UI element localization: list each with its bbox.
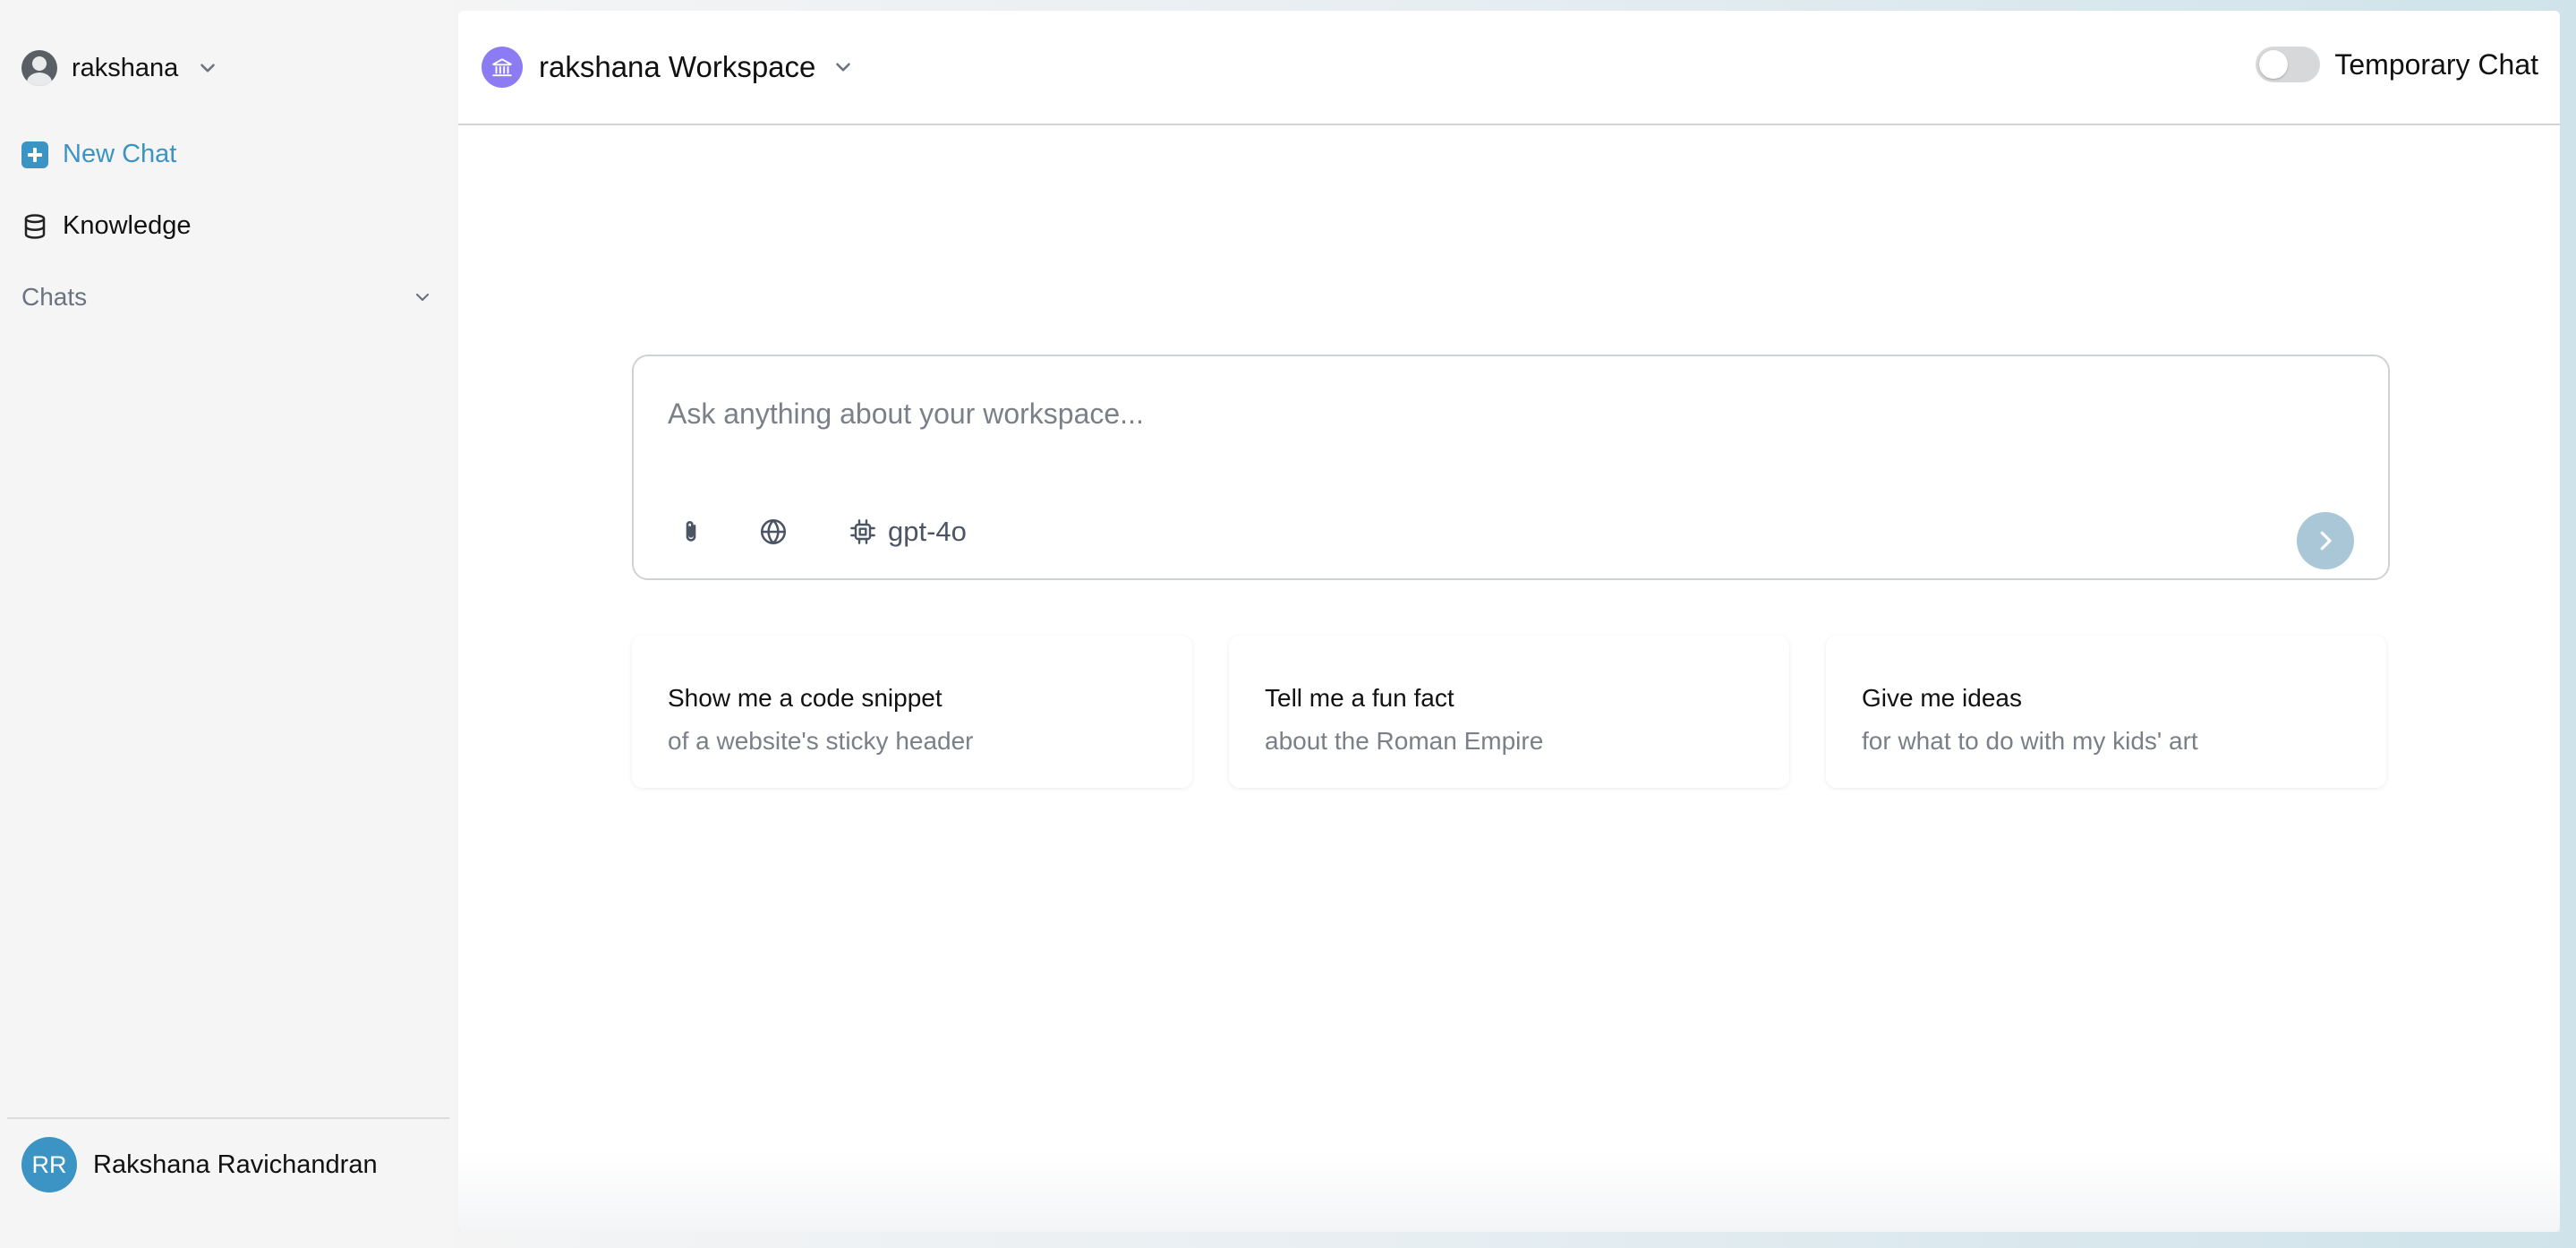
knowledge-nav-item[interactable]: Knowledge	[21, 211, 192, 241]
temporary-chat-control: Temporary Chat	[2256, 47, 2538, 82]
toggle-knob	[2259, 50, 2289, 79]
web-search-button[interactable]	[754, 507, 793, 557]
bottom-fade	[458, 1151, 2560, 1232]
suggestion-card[interactable]: Show me a code snippet of a website's st…	[632, 636, 1192, 788]
model-selector[interactable]: gpt-4o	[849, 507, 967, 557]
workspace-title: rakshana Workspace	[539, 50, 816, 83]
avatar: RR	[21, 1137, 77, 1192]
workspace-switcher[interactable]: rakshana Workspace	[482, 47, 855, 88]
main-panel: rakshana Workspace Temporary Chat gpt-4o…	[458, 11, 2560, 1232]
knowledge-label: Knowledge	[63, 211, 192, 240]
chevron-down-icon	[415, 293, 430, 302]
chip-icon	[850, 519, 875, 544]
profile-name: Rakshana Ravichandran	[93, 1150, 378, 1179]
sidebar-divider	[7, 1117, 449, 1119]
new-chat-button[interactable]: New Chat	[21, 140, 176, 169]
user-name: rakshana	[72, 53, 179, 82]
database-icon	[24, 213, 46, 239]
suggestion-subtitle: of a website's sticky header	[668, 727, 974, 755]
paperclip-icon	[686, 521, 696, 542]
temporary-chat-toggle[interactable]	[2256, 47, 2321, 82]
globe-icon	[760, 518, 787, 545]
suggestion-subtitle: about the Roman Empire	[1265, 727, 1544, 755]
send-button[interactable]	[2297, 512, 2354, 569]
plus-icon	[21, 141, 48, 168]
suggestion-title: Tell me a fun fact	[1265, 684, 1454, 712]
chats-section-toggle[interactable]: Chats	[21, 283, 433, 312]
suggestion-card[interactable]: Give me ideas for what to do with my kid…	[1826, 636, 2386, 788]
bank-icon	[482, 47, 523, 88]
model-name: gpt-4o	[888, 516, 967, 547]
chevron-right-icon	[2320, 531, 2332, 551]
chevron-down-icon	[836, 63, 851, 72]
chevron-down-icon	[200, 64, 216, 73]
temporary-chat-label: Temporary Chat	[2334, 47, 2538, 81]
user-avatar-icon	[21, 50, 57, 86]
chat-composer: gpt-4o	[632, 355, 2390, 580]
top-bar: rakshana Workspace Temporary Chat	[458, 11, 2560, 125]
suggestion-card[interactable]: Tell me a fun fact about the Roman Empir…	[1229, 636, 1789, 788]
suggestion-subtitle: for what to do with my kids' art	[1862, 727, 2198, 755]
sidebar: rakshana New Chat Knowledge Chats RR Rak…	[0, 0, 456, 1248]
attach-button[interactable]	[673, 507, 709, 557]
suggestion-title: Show me a code snippet	[668, 684, 943, 712]
new-chat-label: New Chat	[63, 140, 177, 168]
user-switcher[interactable]: rakshana	[21, 47, 219, 90]
suggestion-title: Give me ideas	[1862, 684, 2022, 712]
chats-section-label: Chats	[21, 283, 88, 311]
profile-menu[interactable]: RR Rakshana Ravichandran	[21, 1137, 378, 1192]
prompt-input[interactable]	[668, 387, 2279, 440]
